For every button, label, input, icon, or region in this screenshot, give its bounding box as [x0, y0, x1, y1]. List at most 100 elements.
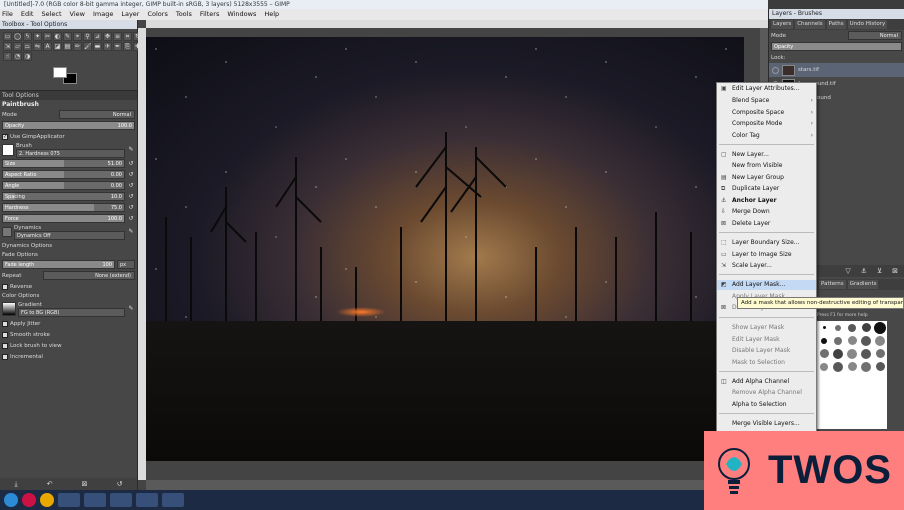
- brush-item[interactable]: [831, 321, 845, 334]
- menu-view[interactable]: View: [70, 9, 85, 20]
- menu-filters[interactable]: Filters: [200, 9, 219, 20]
- menu-windows[interactable]: Windows: [227, 9, 256, 20]
- brush-item[interactable]: [831, 334, 845, 347]
- menu-tools[interactable]: Tools: [176, 9, 192, 20]
- menu-layer[interactable]: Layer: [121, 9, 139, 20]
- merge-icon[interactable]: ⊻: [877, 265, 882, 277]
- taskbar-app[interactable]: [162, 493, 184, 507]
- horizontal-scrollbar[interactable]: [146, 480, 760, 490]
- brush-item[interactable]: [873, 334, 887, 347]
- brush-item[interactable]: [831, 347, 845, 360]
- taskbar-app[interactable]: [110, 493, 132, 507]
- save-preset-icon[interactable]: ⤓: [15, 480, 18, 489]
- menu-merge-down[interactable]: ⇩ Merge Down: [717, 207, 816, 217]
- hardness-reset-icon[interactable]: ↺: [127, 204, 135, 212]
- repeat-select[interactable]: None (extend): [43, 271, 135, 280]
- visibility-eye-icon[interactable]: [772, 66, 779, 74]
- menu-help[interactable]: Help: [264, 9, 279, 20]
- fade-options-row[interactable]: Fade Options: [0, 251, 137, 259]
- bucket-fill-icon[interactable]: ◪: [53, 42, 62, 51]
- taskbar-app[interactable]: [58, 493, 80, 507]
- brush-item[interactable]: [859, 360, 873, 373]
- menu-scale-layer[interactable]: ⇲ Scale Layer...: [717, 261, 816, 271]
- brush-item[interactable]: [845, 321, 859, 334]
- brush-item[interactable]: [859, 321, 873, 334]
- ink-icon[interactable]: ✒: [113, 42, 122, 51]
- text-icon[interactable]: A: [43, 42, 52, 51]
- brush-item[interactable]: [845, 347, 859, 360]
- menu-new-layer-group[interactable]: ▤ New Layer Group: [717, 173, 816, 183]
- mode-select[interactable]: Normal: [59, 110, 135, 119]
- menu-edit-layer-mask[interactable]: Edit Layer Mask: [717, 335, 816, 345]
- brush-item[interactable]: [859, 334, 873, 347]
- scale-icon[interactable]: ⇲: [3, 42, 12, 51]
- force-slider[interactable]: Force 100.0: [2, 214, 125, 223]
- size-slider[interactable]: Size 51.00: [2, 159, 125, 168]
- color-options-row[interactable]: Color Options: [0, 292, 137, 300]
- foreground-color-swatch[interactable]: [53, 67, 67, 78]
- brush-item[interactable]: [831, 360, 845, 373]
- menu-add-layer-mask[interactable]: ◩ Add Layer Mask...: [717, 280, 816, 290]
- brush-item[interactable]: [873, 321, 887, 334]
- menu-merge-visible-layers[interactable]: Merge Visible Layers...: [717, 419, 816, 429]
- taskbar-app[interactable]: [84, 493, 106, 507]
- menu-disable-layer-mask[interactable]: Disable Layer Mask: [717, 346, 816, 356]
- tool-options-tab[interactable]: Tool Options: [0, 90, 137, 100]
- canvas-image[interactable]: [146, 37, 744, 461]
- angle-reset-icon[interactable]: ↺: [127, 182, 135, 190]
- lock-brush-checkbox[interactable]: [2, 342, 8, 349]
- brush-item[interactable]: [817, 347, 831, 360]
- wand-icon[interactable]: ✦: [33, 32, 42, 41]
- zoom-icon[interactable]: ⚲: [83, 32, 92, 41]
- lasso-icon[interactable]: ϟ: [23, 32, 32, 41]
- menu-colors[interactable]: Colors: [147, 9, 167, 20]
- dynamics-preview[interactable]: [2, 227, 12, 237]
- scissors-icon[interactable]: ✂: [43, 32, 52, 41]
- brush-field[interactable]: 2. Hardness 075: [16, 148, 125, 158]
- incremental-checkbox[interactable]: [2, 353, 8, 360]
- rect-select-icon[interactable]: ▭: [3, 32, 12, 41]
- size-reset-icon[interactable]: ↺: [127, 160, 135, 168]
- reverse-checkbox[interactable]: [2, 283, 8, 290]
- menu-duplicate-layer[interactable]: ⧉ Duplicate Layer: [717, 184, 816, 194]
- brush-item[interactable]: [859, 347, 873, 360]
- flip-icon[interactable]: ⇋: [33, 42, 42, 51]
- tab-patterns[interactable]: Patterns: [819, 280, 846, 289]
- menu-color-tag[interactable]: Color Tag ›: [717, 131, 816, 141]
- taskbar-app[interactable]: [136, 493, 158, 507]
- vertical-ruler[interactable]: [138, 28, 146, 480]
- path-icon[interactable]: ✎: [63, 32, 72, 41]
- dynamics-field[interactable]: Dynamics Off: [14, 230, 125, 240]
- edit-gradient-icon[interactable]: ✎: [127, 305, 135, 313]
- measure-icon[interactable]: ⊿: [93, 32, 102, 41]
- menu-delete-layer[interactable]: ⊠ Delete Layer: [717, 219, 816, 229]
- opacity-slider[interactable]: Opacity 100.0: [2, 121, 135, 130]
- pencil-icon[interactable]: ✏: [73, 42, 82, 51]
- menu-mask-to-selection[interactable]: Mask to Selection: [717, 358, 816, 368]
- crop-icon[interactable]: ⌗: [123, 32, 132, 41]
- dynamics-options-row[interactable]: Dynamics Options: [0, 240, 137, 251]
- menu-remove-alpha-channel[interactable]: Remove Alpha Channel: [717, 388, 816, 398]
- menu-show-layer-mask[interactable]: Show Layer Mask: [717, 323, 816, 333]
- layer-opacity-slider[interactable]: Opacity: [771, 42, 902, 51]
- fade-unit-select[interactable]: px: [117, 260, 135, 269]
- brush-item[interactable]: [873, 360, 887, 373]
- eraser-icon[interactable]: ▬: [93, 42, 102, 51]
- menu-anchor-layer[interactable]: ⚓ Anchor Layer: [717, 196, 816, 206]
- spacing-slider[interactable]: Spacing 10.0: [2, 192, 125, 201]
- ellipse-select-icon[interactable]: ◯: [13, 32, 22, 41]
- menu-layer-boundary-size[interactable]: ⬚ Layer Boundary Size...: [717, 238, 816, 248]
- brush-item[interactable]: [817, 321, 831, 334]
- brush-preview[interactable]: [2, 144, 14, 156]
- chrome-icon[interactable]: [22, 493, 36, 507]
- menu-composite-space[interactable]: Composite Space ›: [717, 108, 816, 118]
- tab-undo-history[interactable]: Undo History: [847, 20, 888, 29]
- shear-icon[interactable]: ▱: [13, 42, 22, 51]
- menu-alpha-to-selection[interactable]: Alpha to Selection: [717, 400, 816, 410]
- edit-brush-icon[interactable]: ✎: [127, 146, 135, 154]
- color-picker-icon[interactable]: ⌖: [73, 32, 82, 41]
- applicator-checkbox[interactable]: ✓: [2, 133, 8, 140]
- blur-icon[interactable]: ◔: [13, 52, 22, 61]
- menu-new-from-visible[interactable]: New from Visible: [717, 161, 816, 171]
- spacing-reset-icon[interactable]: ↺: [127, 193, 135, 201]
